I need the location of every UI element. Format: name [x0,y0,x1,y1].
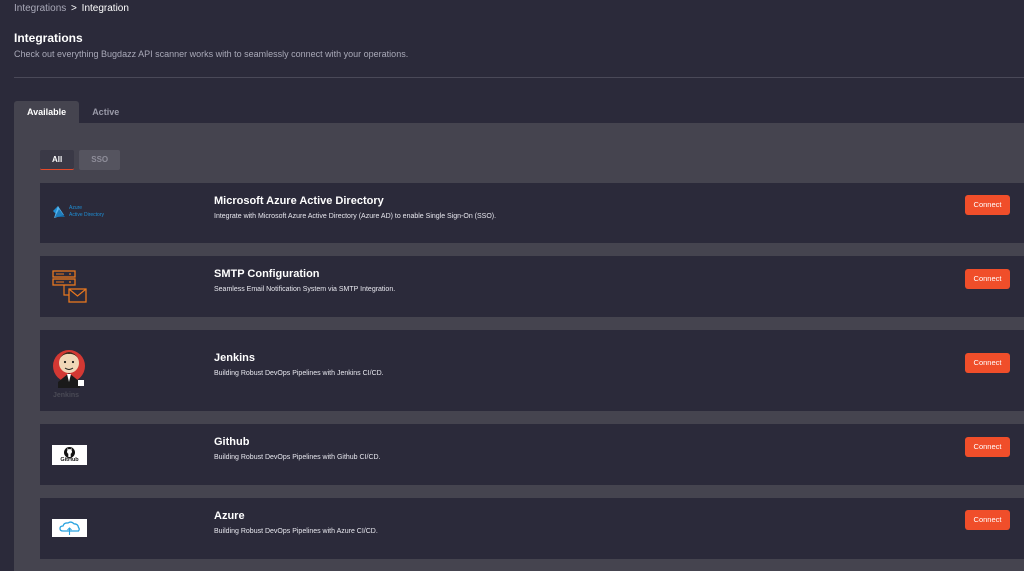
jenkins-logo-text: Jenkins [53,392,80,399]
integration-card-smtp: SMTP Configuration Seamless Email Notifi… [40,256,1024,317]
connect-button-smtp[interactable]: Connect [965,269,1010,289]
filter-tab-sso[interactable]: SSO [79,150,121,170]
connect-button-azure-ad[interactable]: Connect [965,195,1010,215]
integration-title: Azure [214,510,245,522]
azure-ad-icon: Azure Active Directory [52,205,112,221]
integration-card-github: GitHub Github Building Robust DevOps Pip… [40,424,1024,485]
smtp-server-mail-icon [52,270,88,304]
integration-description: Building Robust DevOps Pipelines with Gi… [214,454,381,461]
filter-tab-all[interactable]: All [40,150,75,170]
connect-button-jenkins[interactable]: Connect [965,353,1010,373]
connect-button-azure[interactable]: Connect [965,510,1010,530]
integration-title: Github [214,436,250,448]
breadcrumb-separator: > [71,3,77,14]
page-subtitle: Check out everything Bugdazz API scanner… [14,49,409,59]
connect-button-github[interactable]: Connect [965,437,1010,457]
integration-description: Building Robust DevOps Pipelines with Je… [214,370,384,377]
github-icon: GitHub [52,445,87,465]
integration-card-jenkins: Jenkins Jenkins Building Robust DevOps P… [40,330,1024,411]
tab-available[interactable]: Available [14,101,80,123]
breadcrumb: Integrations > Integration [14,3,129,14]
azure-cloud-icon [52,519,87,537]
jenkins-icon: Jenkins [52,342,90,400]
tab-bar: Available Active [14,101,132,123]
integration-description: Seamless Email Notification System via S… [214,286,396,293]
breadcrumb-current: Integration [81,3,129,14]
integration-description: Integrate with Microsoft Azure Active Di… [214,213,497,220]
azure-ad-logo-text-1: Azure [69,205,83,211]
integration-card-azure-ad: Azure Active Directory Microsoft Azure A… [40,183,1024,243]
tab-active[interactable]: Active [79,101,132,123]
integration-description: Building Robust DevOps Pipelines with Az… [214,528,378,535]
github-logo-text: GitHub [60,457,79,463]
azure-ad-logo-text-2: Active Directory [69,212,105,218]
integration-card-azure: Azure Building Robust DevOps Pipelines w… [40,498,1024,559]
breadcrumb-integrations-link[interactable]: Integrations [14,3,66,14]
page-title: Integrations [14,31,83,45]
header-divider [14,77,1024,78]
integration-title: Jenkins [214,352,255,364]
integration-title: SMTP Configuration [214,268,320,280]
filter-tabs: All SSO [40,150,121,170]
integration-title: Microsoft Azure Active Directory [214,195,384,207]
